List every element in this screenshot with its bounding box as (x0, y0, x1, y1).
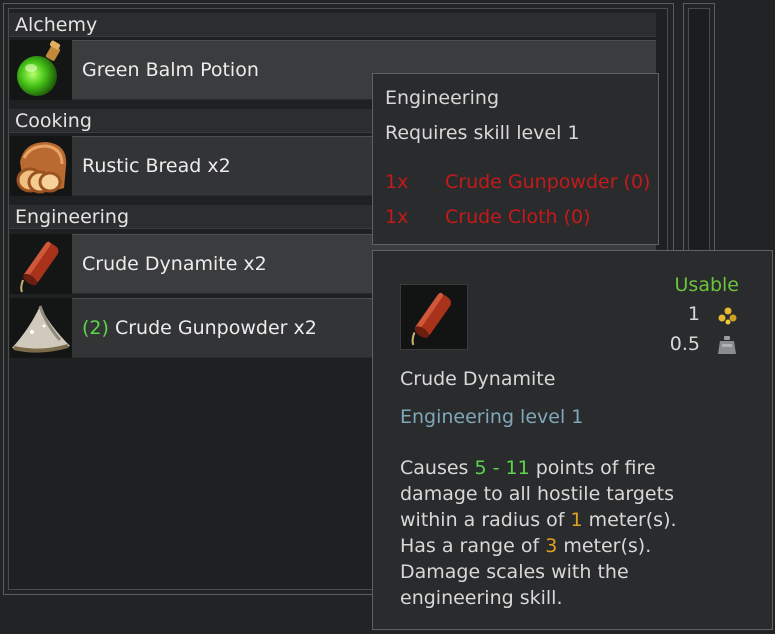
tooltip-skill-name: Engineering (385, 87, 499, 109)
gunpowder-icon (10, 298, 72, 358)
radius-value: 1 (570, 509, 583, 531)
craftable-count: (2) (82, 317, 109, 339)
desc-text: Causes (400, 457, 475, 479)
desc-line: engineering skill. (400, 587, 563, 609)
desc-text: points of fire (529, 457, 656, 479)
desc-text: meter(s). (582, 509, 677, 531)
desc-text: meter(s). (557, 535, 652, 557)
weight-icon (716, 335, 738, 355)
desc-text: within a radius of (400, 509, 571, 531)
damage-max: 11 (505, 457, 530, 479)
desc-text: Has a range of (400, 535, 546, 557)
item-weight: 0.5 (669, 333, 700, 355)
item-name: Crude Dynamite (400, 368, 556, 390)
tooltip-skill-requirement: Requires skill level 1 (385, 122, 580, 144)
requirements-tooltip: Engineering Requires skill level 1 1x Cr… (372, 73, 659, 245)
range-value: 3 (545, 535, 558, 557)
category-alchemy: Alchemy (9, 13, 656, 37)
ingredient-name: Crude Gunpowder (0) (445, 171, 651, 193)
item-tooltip: Usable 1 0.5 Crude Dynamite Engineering … (372, 250, 773, 630)
ingredient-name: Crude Cloth (0) (445, 206, 591, 228)
recipe-name: Crude Gunpowder x2 (114, 317, 317, 339)
damage-min: 5 (474, 457, 487, 479)
item-dynamite-icon (400, 284, 468, 350)
ingredient-qty: 1x (385, 206, 409, 228)
item-skill-level: Engineering level 1 (400, 406, 584, 428)
item-description: Causes 5 - 11 points of fire damage to a… (400, 455, 677, 611)
green-potion-icon (10, 40, 72, 100)
damage-dash: - (486, 457, 506, 479)
ingredient-qty: 1x (385, 171, 409, 193)
item-value: 1 (687, 303, 700, 325)
desc-line: damage to all hostile targets (400, 483, 674, 505)
usable-label: Usable (674, 274, 739, 296)
desc-line: Damage scales with the (400, 561, 629, 583)
dynamite-icon (10, 234, 72, 294)
bread-icon (10, 136, 72, 196)
coins-icon (716, 307, 738, 325)
